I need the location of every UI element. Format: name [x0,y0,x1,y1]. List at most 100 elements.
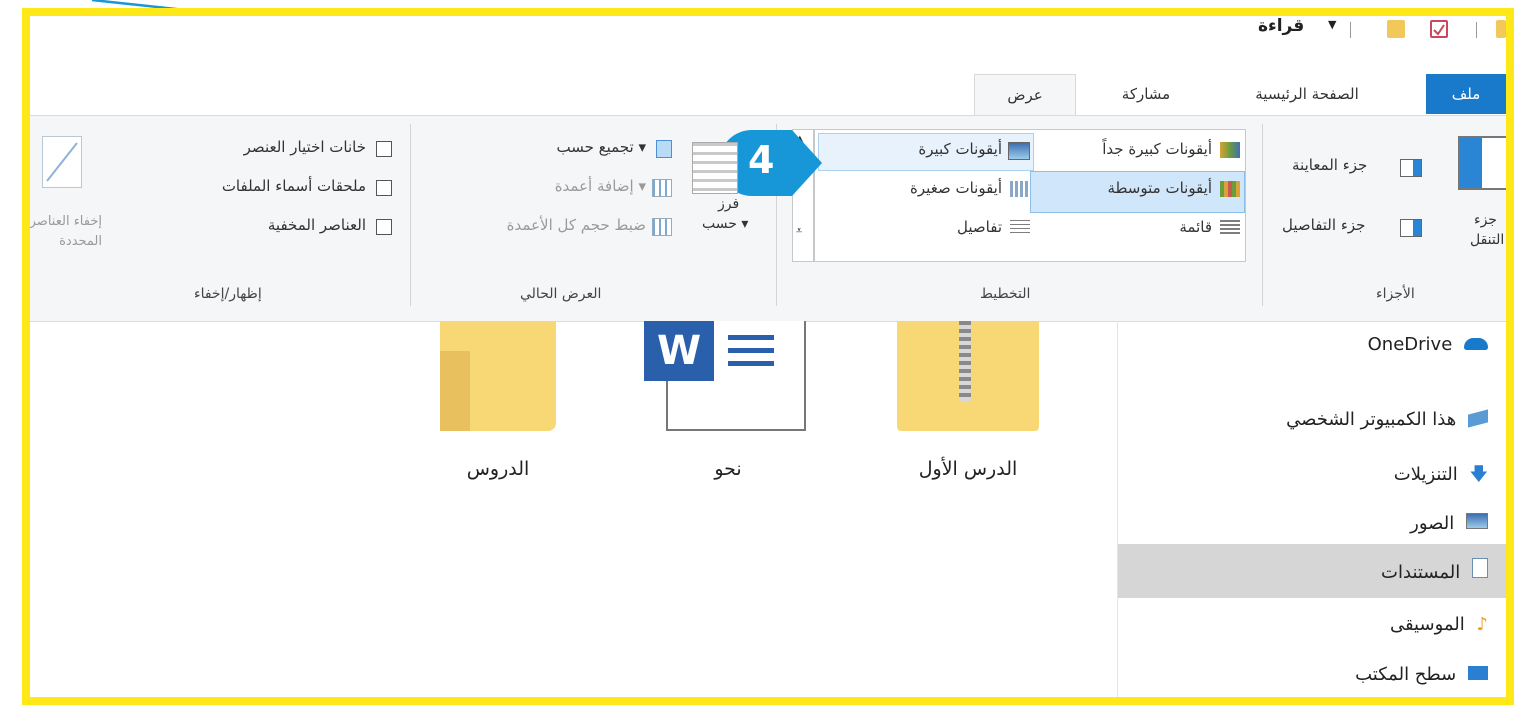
add-columns-button[interactable]: إضافة أعمدة ▾ [492,177,672,203]
word-logo-icon: W [644,321,714,381]
preview-pane-icon [1400,159,1422,177]
item-checkboxes-option[interactable]: خانات اختيار العنصر [170,138,392,162]
extra-large-icons-icon [1220,142,1240,158]
properties-check-icon[interactable] [1430,20,1448,38]
panes-group-label: الأجزاء [1376,286,1415,302]
nav-item-music[interactable]: الموسيقى ♪ [1390,614,1488,635]
layout-details[interactable]: تفاصيل [830,216,1030,242]
size-all-columns-icon [652,218,672,236]
file-name: نحو [714,458,742,480]
preview-pane-button[interactable]: جزء المعاينة [1292,156,1426,180]
tab-home[interactable]: الصفحة الرئيسية [1232,74,1382,114]
music-note-icon: ♪ [1476,614,1489,635]
nav-item-downloads[interactable]: التنزيلات 🡇 [1394,462,1488,492]
nav-item-label: هذا الكمبيوتر الشخصي [1286,409,1457,430]
gallery-expand-icon[interactable]: ⩡ [796,224,802,238]
nav-pane-border [1117,321,1118,697]
navigation-pane-label-2: التنقل ▾ [1470,232,1506,248]
size-all-columns-label: ضبط حجم كل الأعمدة [506,216,646,234]
size-all-columns-button[interactable]: ضبط حجم كل الأعمدة [418,216,672,242]
sort-by-button[interactable]: فرز حسب ▾ [680,130,760,260]
hide-selected-items-button[interactable]: إخفاء العناصر المحددة [30,130,106,270]
documents-icon [1472,558,1488,578]
layout-label: قائمة [1179,218,1212,236]
separator-line [1350,22,1351,38]
tab-file[interactable]: ملف [1426,74,1506,114]
navigation-pane-icon [1458,136,1506,190]
file-extensions-label: ملحقات أسماء الملفات [221,177,366,195]
nav-item-onedrive[interactable]: OneDrive [1368,334,1488,355]
small-icons-icon [1010,181,1030,197]
hidden-items-checkbox[interactable] [376,219,392,235]
layout-list[interactable]: قائمة [1032,216,1240,242]
layout-label: أيقونات كبيرة جداً [1102,140,1212,158]
file-item-nahw[interactable]: W نحو [628,321,806,491]
nav-item-this-pc[interactable]: هذا الكمبيوتر الشخصي [1286,409,1488,430]
nav-item-label: الصور [1410,513,1455,534]
layout-label: تفاصيل [957,218,1002,236]
download-arrow-icon: 🡇 [1469,464,1488,485]
folder-icon [1387,20,1405,38]
file-item-lessons[interactable]: الدروس [426,321,586,491]
ribbon-separator [1262,124,1263,306]
layout-extra-large-icons[interactable]: أيقونات كبيرة جداً [1032,138,1240,164]
ribbon-separator [410,124,411,306]
layout-medium-icons[interactable]: أيقونات متوسطة [1032,177,1240,203]
document-lines-icon [728,335,774,371]
layout-label: أيقونات متوسطة [1107,179,1212,197]
layout-large-icons[interactable]: أيقونات كبيرة [830,138,1030,164]
quick-access-dropdown-icon[interactable]: ▼ [1328,18,1336,31]
computer-icon [1468,409,1488,428]
details-pane-label: جزء التفاصيل [1282,216,1366,234]
show-hide-group-label: إظهار/إخفاء [194,286,262,302]
file-extensions-checkbox[interactable] [376,180,392,196]
file-name: الدرس الأول [918,458,1018,480]
explorer-window: ▼ قراءة ملف الصفحة الرئيسية مشاركة عرض ج… [22,8,1514,705]
file-name: الدروس [466,458,530,480]
file-extensions-option[interactable]: ملحقات أسماء الملفات [134,177,392,201]
folder-icon [440,321,556,431]
details-pane-button[interactable]: جزء التفاصيل [1282,216,1426,240]
group-by-label: تجميع حسب ▾ [556,138,646,156]
tab-view[interactable]: عرض [974,74,1076,115]
current-view-group-label: العرض الحالي [520,286,602,302]
add-columns-icon [652,179,672,197]
layout-label: أيقونات كبيرة [918,140,1002,158]
item-checkboxes-checkbox[interactable] [376,141,392,157]
hide-selected-label: إخفاء العناصر [30,214,102,229]
nav-item-label: OneDrive [1367,334,1453,355]
pictures-icon [1466,513,1488,529]
layout-small-icons[interactable]: أيقونات صغيرة [830,177,1030,203]
hide-selected-label-2: المحددة [59,234,102,249]
tab-share[interactable]: مشاركة [1096,74,1196,114]
details-icon [1010,220,1030,236]
desktop-icon [1468,666,1488,680]
zip-folder-icon [897,321,1039,431]
group-by-button[interactable]: تجميع حسب ▾ [492,138,672,164]
nav-item-desktop[interactable]: سطح المكتب [1355,664,1488,685]
nav-item-label: الموسيقى [1389,614,1465,635]
medium-icons-icon [1220,181,1240,197]
sort-by-label: فرز [718,196,740,212]
hide-selected-icon [42,136,82,188]
sort-by-icon [692,142,738,194]
navigation-pane-label: جزء [1474,212,1497,228]
nav-item-label: التنزيلات [1393,464,1458,485]
file-item-first-lesson[interactable]: الدرس الأول [888,321,1048,491]
preview-pane-label: جزء المعاينة [1292,156,1368,174]
large-icons-icon [1008,142,1030,160]
nav-item-pictures[interactable]: الصور [1410,513,1488,534]
group-by-icon [656,140,672,158]
hidden-items-option[interactable]: العناصر المخفية [200,216,392,240]
nav-item-label: سطح المكتب [1355,664,1457,685]
navigation-pane-button[interactable]: جزء التنقل ▾ [1430,136,1506,276]
nav-item-label: المستندات [1381,562,1461,583]
hidden-items-label: العناصر المخفية [267,216,366,234]
add-columns-label: إضافة أعمدة ▾ [554,177,646,195]
folder-icon [1496,20,1506,38]
layout-label: أيقونات صغيرة [910,179,1002,197]
separator-line [1476,22,1477,38]
nav-item-documents[interactable]: المستندات [1381,558,1488,583]
sort-by-label-2: حسب ▾ [702,216,749,232]
list-icon [1220,220,1240,236]
